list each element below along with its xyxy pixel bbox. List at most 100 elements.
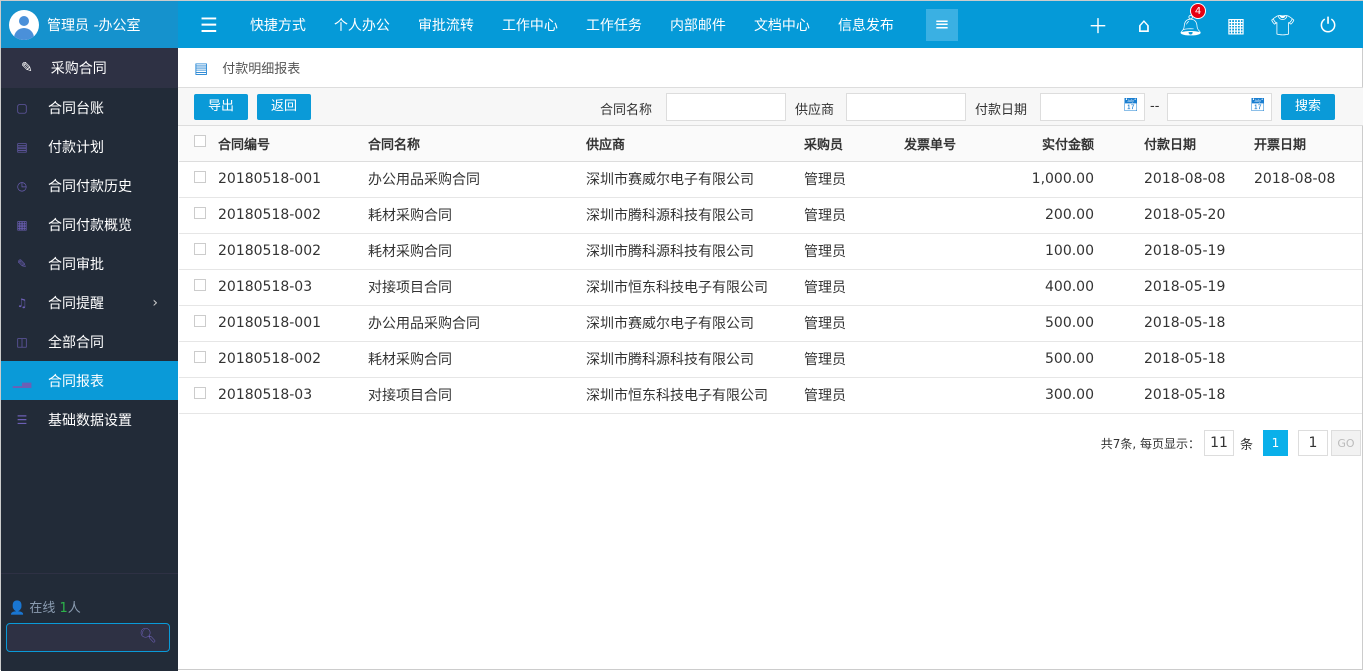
date-to-input[interactable]: 📅︎ [1167, 93, 1272, 121]
table-row[interactable]: 20180518-03对接项目合同深圳市恒东科技电子有限公司管理员300.002… [179, 377, 1362, 413]
table-row[interactable]: 20180518-002耗材采购合同深圳市腾科源科技有限公司管理员200.002… [179, 197, 1362, 233]
user-panel[interactable]: 管理员 -办公室 [1, 1, 178, 48]
calendar-icon[interactable]: 📅︎ [1122, 98, 1139, 113]
home-icon[interactable]: ⌂ [1132, 13, 1156, 37]
calendar-icon[interactable]: 📅︎ [1249, 98, 1266, 113]
nav-item[interactable]: 审批流转 [404, 15, 488, 35]
column-header[interactable]: 实付金额 [1001, 126, 1144, 161]
table-cell: 对接项目合同 [368, 269, 586, 305]
nav-item[interactable]: 文档中心 [740, 15, 824, 35]
column-header[interactable]: 发票单号 [904, 126, 1001, 161]
go-button[interactable]: GO [1331, 430, 1361, 456]
document-icon: ▤ [194, 59, 208, 77]
row-checkbox[interactable] [194, 279, 206, 291]
plus-icon[interactable]: ＋ [1086, 10, 1110, 39]
table-cell: 深圳市腾科源科技有限公司 [586, 341, 804, 377]
table-cell [904, 377, 1001, 413]
sidebar-item[interactable]: ✎合同审批 [1, 244, 178, 283]
table-cell: 对接项目合同 [368, 377, 586, 413]
table-cell: 耗材采购合同 [368, 233, 586, 269]
goto-page-input[interactable]: 1 [1298, 430, 1328, 456]
table-cell: 20180518-03 [218, 377, 368, 413]
table-cell [904, 233, 1001, 269]
table-cell [1254, 341, 1362, 377]
sidebar-search-input[interactable]: 🔍︎ [6, 623, 170, 652]
table-cell [1254, 197, 1362, 233]
table-cell [1254, 269, 1362, 305]
contract-name-input[interactable] [666, 93, 786, 121]
export-button[interactable]: 导出 [194, 94, 248, 120]
table-row[interactable]: 20180518-002耗材采购合同深圳市腾科源科技有限公司管理员100.002… [179, 233, 1362, 269]
table-cell: 1,000.00 [1001, 161, 1144, 197]
column-header[interactable]: 付款日期 [1144, 126, 1254, 161]
table-cell: 办公用品采购合同 [368, 305, 586, 341]
bell-icon[interactable]: 🔔︎4 [1178, 13, 1202, 37]
column-header[interactable]: 合同编号 [218, 126, 368, 161]
nav-item[interactable]: 信息发布 [824, 15, 908, 35]
apps-icon[interactable]: ▦ [1224, 13, 1248, 37]
column-header[interactable]: 采购员 [804, 126, 904, 161]
collapse-menu-icon[interactable]: ☰ [200, 13, 218, 37]
column-header[interactable]: 供应商 [586, 126, 804, 161]
more-menu-button[interactable]: ≡ [926, 9, 958, 41]
sidebar-item-label: 合同付款历史 [48, 176, 132, 196]
nav-item[interactable]: 工作任务 [572, 15, 656, 35]
avatar [9, 10, 39, 40]
sidebar-item[interactable]: ☰基础数据设置 [1, 400, 178, 439]
row-checkbox[interactable] [194, 207, 206, 219]
table-cell: 200.00 [1001, 197, 1144, 233]
table-cell [1254, 233, 1362, 269]
supplier-input[interactable] [846, 93, 966, 121]
table-cell [904, 197, 1001, 233]
sidebar-item-label: 基础数据设置 [48, 410, 132, 430]
search-button[interactable]: 搜索 [1281, 94, 1335, 120]
column-header[interactable]: 开票日期 [1254, 126, 1362, 161]
nav-item[interactable]: 内部邮件 [656, 15, 740, 35]
table-cell: 深圳市恒东科技电子有限公司 [586, 377, 804, 413]
date-from-input[interactable]: 📅︎ [1040, 93, 1145, 121]
select-all-checkbox[interactable] [194, 135, 206, 147]
sidebar-item[interactable]: ◷合同付款历史 [1, 166, 178, 205]
sidebar-item[interactable]: ◫ 全部合同 [1, 322, 178, 361]
table-row[interactable]: 20180518-03对接项目合同深圳市恒东科技电子有限公司管理员400.002… [179, 269, 1362, 305]
bag-icon: ◫ [15, 335, 29, 349]
table-cell: 2018-05-19 [1144, 233, 1254, 269]
table-cell: 2018-05-18 [1144, 341, 1254, 377]
chart-icon: ▁▃ [15, 374, 29, 388]
table-row[interactable]: 20180518-001办公用品采购合同深圳市赛威尔电子有限公司管理员1,000… [179, 161, 1362, 197]
table-cell: 耗材采购合同 [368, 341, 586, 377]
sidebar-item[interactable]: ▁▃合同报表 [1, 361, 178, 400]
supplier-label: 供应商 [795, 99, 834, 118]
row-checkbox[interactable] [194, 387, 206, 399]
nav-item[interactable]: 个人办公 [320, 15, 404, 35]
table-cell [904, 161, 1001, 197]
online-count: 1 [59, 601, 67, 616]
table-cell: 管理员 [804, 377, 904, 413]
select-cell [179, 269, 218, 305]
row-checkbox[interactable] [194, 171, 206, 183]
skin-icon[interactable]: 👕︎ [1270, 13, 1294, 37]
row-checkbox[interactable] [194, 243, 206, 255]
power-icon[interactable]: ⏻ [1316, 13, 1340, 37]
search-icon[interactable]: 🔍︎ [139, 628, 157, 644]
sidebar-header[interactable]: ✎采购合同 [1, 48, 178, 88]
table-row[interactable]: 20180518-001办公用品采购合同深圳市赛威尔电子有限公司管理员500.0… [179, 305, 1362, 341]
nav-item[interactable]: 快捷方式 [236, 15, 320, 35]
column-header[interactable]: 合同名称 [368, 126, 586, 161]
sidebar-item[interactable]: ▤付款计划 [1, 127, 178, 166]
table-cell: 管理员 [804, 197, 904, 233]
page-size-input[interactable]: 11 [1204, 430, 1234, 456]
table-row[interactable]: 20180518-002耗材采购合同深圳市腾科源科技有限公司管理员500.002… [179, 341, 1362, 377]
sidebar-item[interactable]: ▦合同付款概览 [1, 205, 178, 244]
row-checkbox[interactable] [194, 315, 206, 327]
sidebar-item-label: 合同台账 [48, 98, 104, 118]
row-checkbox[interactable] [194, 351, 206, 363]
back-button[interactable]: 返回 [257, 94, 311, 120]
page-1-button[interactable]: 1 [1263, 430, 1288, 456]
table-cell: 20180518-002 [218, 341, 368, 377]
nav-item[interactable]: 工作中心 [488, 15, 572, 35]
sidebar-item[interactable]: ♫合同提醒› [1, 283, 178, 322]
table-cell: 400.00 [1001, 269, 1144, 305]
sidebar-item[interactable]: ▢合同台账 [1, 88, 178, 127]
sidebar-item-label: 全部合同 [48, 332, 104, 352]
